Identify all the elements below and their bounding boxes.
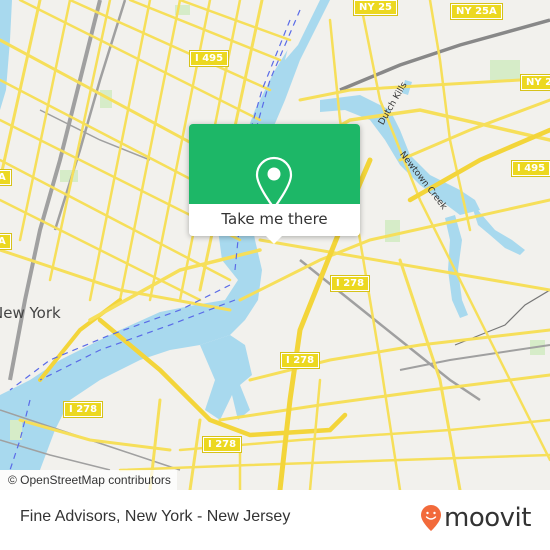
road-shield: I 278: [201, 436, 243, 453]
map-attribution[interactable]: © OpenStreetMap contributors: [0, 470, 177, 490]
location-popup: Take me there: [189, 124, 360, 244]
location-pin-icon: [255, 156, 293, 210]
location-title: Fine Advisors, New York - New Jersey: [20, 508, 291, 525]
popup-pointer: [265, 235, 283, 244]
road-shield: I 278: [279, 352, 321, 369]
map-view[interactable]: NY 25 NY 25A NY 25 I 495 I 495 9A 9A I 2…: [0, 0, 550, 490]
moovit-wordmark: moovit: [444, 503, 531, 533]
road-shield: I 495: [188, 50, 230, 67]
road-shield: I 278: [62, 401, 104, 418]
road-shield: NY 25: [519, 74, 550, 91]
road-shield: NY 25A: [450, 3, 503, 20]
road-shield: I 278: [329, 275, 371, 292]
road-shield: 9A: [0, 169, 12, 186]
place-label-new-york: New York: [0, 304, 61, 322]
road-shield: NY 25: [352, 0, 399, 16]
navy-yard-basin: [200, 335, 252, 420]
road-shield: I 495: [510, 160, 550, 177]
moovit-pin-icon: [421, 505, 441, 531]
creek-branch-south: [445, 215, 468, 318]
hudson-river: [0, 0, 12, 110]
moovit-logo[interactable]: moovit: [420, 504, 531, 532]
road-shield: 9A: [0, 233, 12, 250]
popup-header: [189, 124, 360, 210]
